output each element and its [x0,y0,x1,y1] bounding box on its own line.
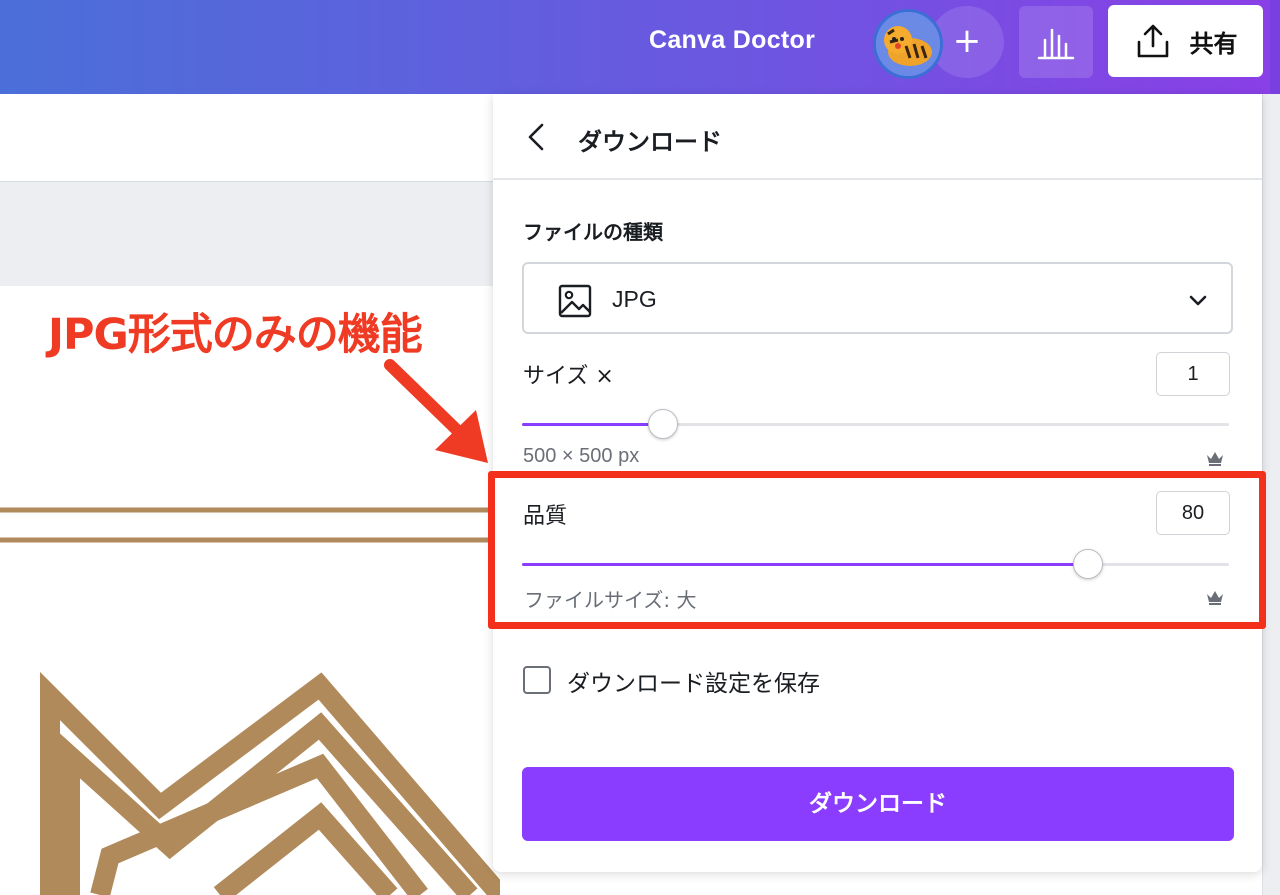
team-name: Canva Doctor [649,26,816,54]
back-button[interactable] [521,120,555,154]
crown-icon [1207,591,1223,605]
quality-slider-fill [522,563,1088,566]
save-settings-checkbox[interactable] [523,666,551,694]
top-bar: Canva Doctor + 共有 [0,0,1280,94]
crown-icon [1207,452,1223,466]
image-icon [558,284,592,318]
file-type-value: JPG [612,286,657,312]
file-type-label: ファイルの種類 [523,220,663,244]
share-button[interactable]: 共有 [1108,5,1263,77]
download-panel: ダウンロード ファイルの種類 JPG サイズ × 1 500 × 500 px … [488,94,1266,872]
chevron-down-icon [1189,295,1207,306]
insights-icon [1037,28,1075,60]
quality-slider[interactable] [522,549,1229,579]
dimensions-text: 500 × 500 px [523,445,640,467]
file-size-text: ファイルサイズ: 大 [524,588,697,612]
arrow-annotation [384,359,488,463]
insights-button[interactable] [1019,6,1093,78]
size-slider-thumb[interactable] [648,409,679,439]
file-type-select[interactable]: JPG [522,262,1233,334]
editor-toolbar-area [0,94,500,182]
download-button[interactable]: ダウンロード [522,767,1234,841]
size-slider[interactable] [522,409,1229,439]
share-upload-icon [1137,24,1168,58]
plus-icon: + [952,21,982,61]
share-label: 共有 [1189,29,1238,58]
avatar-tiger-icon [876,12,940,76]
avatar[interactable] [873,9,943,79]
panel-title: ダウンロード [578,128,722,156]
quality-input[interactable]: 80 [1156,491,1230,535]
size-slider-fill [522,423,664,426]
annotation-label: JPG形式のみの機能 [48,310,423,360]
canvas-background [0,182,500,286]
quality-label: 品質 [523,504,568,529]
size-input[interactable]: 1 [1156,352,1230,396]
size-label: サイズ × [523,364,614,389]
window-edge [1270,0,1280,94]
back-chevron-icon [528,123,544,151]
quality-slider-thumb[interactable] [1072,549,1103,579]
panel-header: ダウンロード [493,94,1262,180]
save-settings-label[interactable]: ダウンロード設定を保存 [567,664,820,698]
